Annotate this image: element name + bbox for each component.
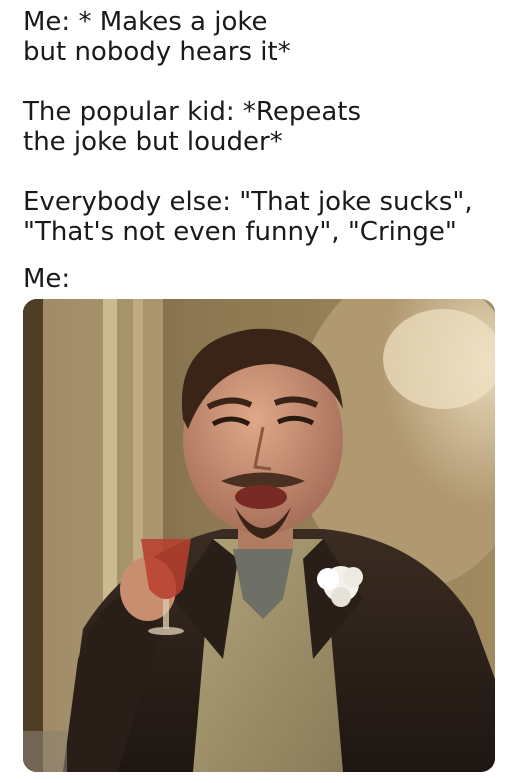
caption-line: Me: xyxy=(23,264,71,294)
caption-line: "That's not even funny", "Cringe" xyxy=(23,217,457,247)
laughing-man-image xyxy=(23,299,495,772)
caption-line: Me: * Makes a joke xyxy=(23,7,268,37)
caption-line: The popular kid: *Repeats xyxy=(23,97,361,127)
caption-line: but nobody hears it* xyxy=(23,37,291,67)
caption-line: the joke but louder* xyxy=(23,127,283,157)
caption-everybody-else: Everybody else: "That joke sucks", "That… xyxy=(23,187,473,247)
caption-line: Everybody else: "That joke sucks", xyxy=(23,187,473,217)
laughing-man-illustration xyxy=(23,299,495,772)
caption-me-joke: Me: * Makes a joke but nobody hears it* xyxy=(23,7,291,67)
caption-popular-kid: The popular kid: *Repeats the joke but l… xyxy=(23,97,361,157)
caption-me-reaction: Me: xyxy=(23,264,70,294)
